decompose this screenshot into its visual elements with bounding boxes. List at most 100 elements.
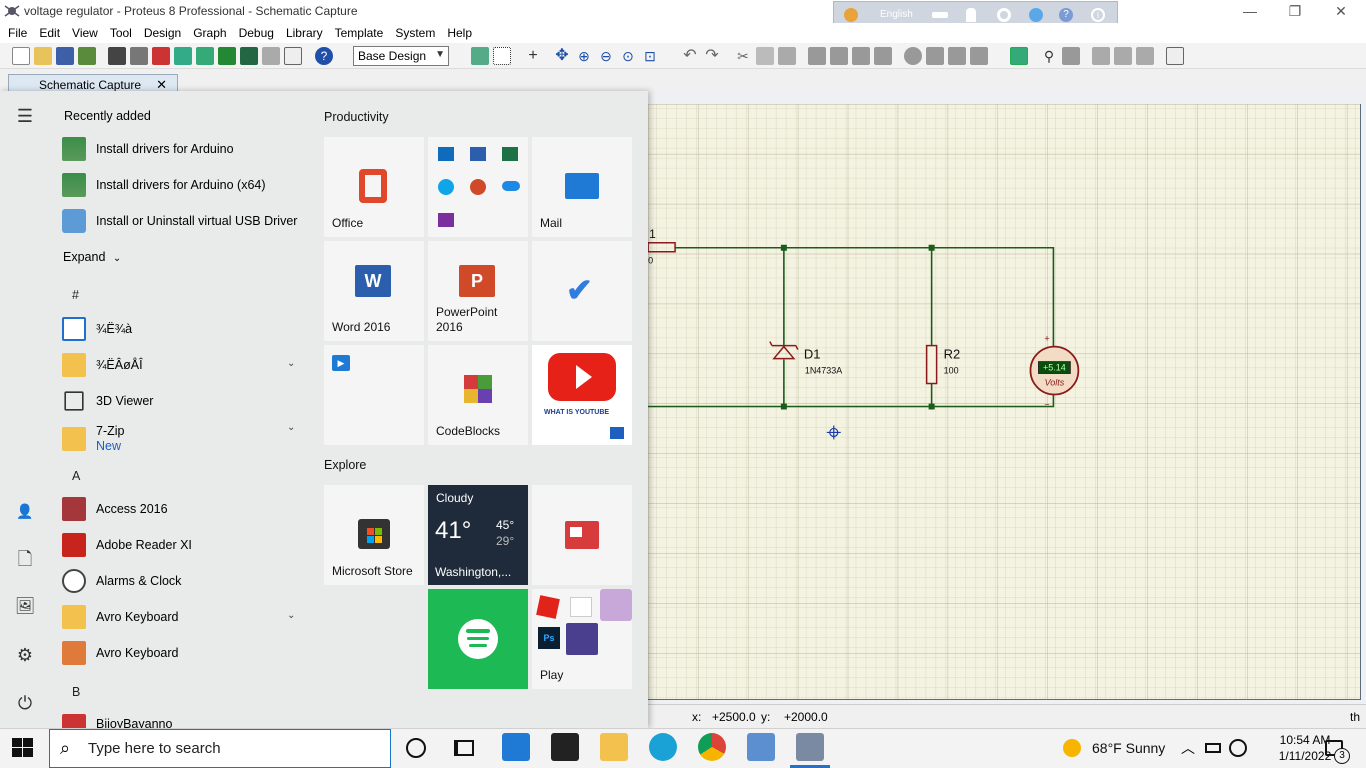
tile-powerpoint[interactable]: P PowerPoint 2016	[428, 241, 528, 341]
property-assign-icon[interactable]	[1062, 47, 1080, 65]
chrome-icon[interactable]	[698, 733, 726, 761]
search-icon[interactable]: ⚲	[1040, 47, 1058, 65]
list-item-bijoy-partial[interactable]: BijoyBayanno	[62, 710, 302, 728]
notes-icon[interactable]	[284, 47, 302, 65]
info-icon[interactable]: i	[1091, 8, 1105, 22]
store-taskbar-icon[interactable]	[551, 733, 579, 761]
list-item-access[interactable]: Access 2016	[62, 492, 302, 526]
tile-todo[interactable]: ✔	[532, 241, 632, 341]
documents-icon[interactable]: 🗋	[14, 548, 36, 570]
remove-sheet-icon[interactable]	[1114, 47, 1132, 65]
list-item-avro-keyboard[interactable]: Avro Keyboard	[62, 636, 302, 670]
chip-icon[interactable]	[152, 47, 170, 65]
taskbar-weather[interactable]: 68°F Sunny	[1092, 740, 1165, 756]
resistor-r2[interactable]	[925, 344, 938, 385]
menu-template[interactable]: Template	[335, 23, 390, 43]
chevron-down-icon[interactable]: ⌄	[287, 358, 295, 369]
design-select[interactable]: Base Design ▼	[353, 46, 449, 66]
exit-to-parent-icon[interactable]	[1136, 47, 1154, 65]
decompose-icon[interactable]	[970, 47, 988, 65]
list-item-7zip[interactable]: 7-Zip New	[62, 420, 302, 458]
save-icon[interactable]	[56, 47, 74, 65]
list-item-3d-viewer[interactable]: 3D Viewer	[62, 384, 302, 418]
hierarchy-icon[interactable]	[130, 47, 148, 65]
tile-word[interactable]: W Word 2016	[324, 241, 424, 341]
refresh-icon[interactable]	[471, 47, 489, 65]
undo-icon[interactable]: ↶	[681, 47, 699, 65]
netlist-icon[interactable]	[1166, 47, 1184, 65]
tile-office-apps-group[interactable]	[428, 137, 528, 237]
pen-icon[interactable]	[966, 8, 976, 22]
sun-weather-icon[interactable]	[1063, 739, 1081, 757]
help-icon[interactable]: ?	[1059, 8, 1073, 22]
network-globe-icon[interactable]	[1229, 739, 1247, 757]
close-button[interactable]: ✕	[1331, 2, 1351, 20]
block-copy-icon[interactable]	[808, 47, 826, 65]
tile-office[interactable]: Office	[324, 137, 424, 237]
origin-icon[interactable]: +	[524, 47, 542, 65]
menu-tool[interactable]: Tool	[110, 23, 138, 43]
clock[interactable]: 10:54 AM 1/11/2022	[1278, 732, 1332, 764]
new-file-icon[interactable]	[12, 47, 30, 65]
list-item-arduino-drivers[interactable]: Install drivers for Arduino	[62, 132, 302, 166]
tile-play-folder[interactable]: Ps Play	[532, 589, 632, 689]
ime-icon[interactable]	[844, 8, 858, 22]
list-item-avro-folder[interactable]: Avro Keyboard	[62, 600, 302, 634]
group-header-hash[interactable]: #	[72, 288, 79, 302]
tile-youtube[interactable]: WHAT IS YOUTUBE	[532, 345, 632, 445]
menu-library[interactable]: Library	[286, 23, 329, 43]
tile-news[interactable]	[532, 485, 632, 585]
packaging-tool-icon[interactable]	[948, 47, 966, 65]
settings-icon[interactable]	[997, 8, 1011, 22]
expand-button[interactable]: Expand ⌄	[63, 250, 121, 264]
edge-icon[interactable]	[649, 733, 677, 761]
hamburger-menu-icon[interactable]: ☰	[14, 105, 36, 127]
tile-spotify[interactable]	[428, 589, 528, 689]
paste-icon[interactable]	[778, 47, 796, 65]
power-icon[interactable]: ⏻	[14, 692, 36, 714]
list-item-adobe-reader[interactable]: Adobe Reader XI	[62, 528, 302, 562]
chevron-up-icon[interactable]: ︿	[1181, 738, 1195, 758]
tile-movies[interactable]: ▶	[324, 345, 424, 445]
bom-icon[interactable]	[240, 47, 258, 65]
zoom-all-icon[interactable]: ⊙	[619, 47, 637, 65]
menu-graph[interactable]: Graph	[193, 23, 232, 43]
menu-system[interactable]: System	[395, 23, 441, 43]
keyboard-icon[interactable]	[932, 12, 948, 18]
wire-autorouter-icon[interactable]	[1010, 47, 1028, 65]
gerber-icon[interactable]	[218, 47, 236, 65]
ie-icon[interactable]	[1029, 8, 1043, 22]
list-item-usb-driver[interactable]: Install or Uninstall virtual USB Driver	[62, 204, 322, 238]
tile-mail[interactable]: Mail	[532, 137, 632, 237]
block-delete-icon[interactable]	[874, 47, 892, 65]
cortana-icon[interactable]	[406, 738, 426, 758]
start-button[interactable]	[12, 738, 34, 758]
file-explorer-icon[interactable]	[600, 733, 628, 761]
chevron-down-icon[interactable]: ⌄	[287, 610, 295, 621]
redo-icon[interactable]: ↷	[703, 47, 721, 65]
task-view-icon[interactable]	[454, 740, 474, 756]
open-folder-icon[interactable]	[34, 47, 52, 65]
new-sheet-icon[interactable]	[1092, 47, 1110, 65]
copy-icon[interactable]	[756, 47, 774, 65]
ruler-icon[interactable]	[262, 47, 280, 65]
menu-design[interactable]: Design	[144, 23, 187, 43]
home-icon[interactable]	[108, 47, 126, 65]
pick-device-icon[interactable]	[904, 47, 922, 65]
block-move-icon[interactable]	[830, 47, 848, 65]
taskbar-search-box[interactable]: ⌕ Type here to search	[49, 729, 391, 768]
menu-edit[interactable]: Edit	[39, 23, 66, 43]
settings-gear-icon[interactable]: ⚙	[14, 644, 36, 666]
restore-button[interactable]: ❐	[1285, 2, 1305, 20]
zoom-in-icon[interactable]: ⊕	[575, 47, 593, 65]
minimize-button[interactable]: —	[1240, 2, 1260, 20]
grid-icon[interactable]	[493, 47, 511, 65]
schematic-canvas[interactable]: 1 0 D1 1N4733A R2 100 +5.14 Volts + −	[648, 104, 1361, 700]
list-item-app-folder[interactable]: ¾ËÂøÅÎ	[62, 348, 302, 382]
menu-file[interactable]: File	[8, 23, 33, 43]
list-item-alarms-clock[interactable]: Alarms & Clock	[62, 564, 302, 598]
tile-microsoft-store[interactable]: Microsoft Store	[324, 485, 424, 585]
menu-help[interactable]: Help	[447, 23, 478, 43]
mail-taskbar-icon[interactable]	[502, 733, 530, 761]
user-account-icon[interactable]: 👤	[14, 500, 36, 522]
